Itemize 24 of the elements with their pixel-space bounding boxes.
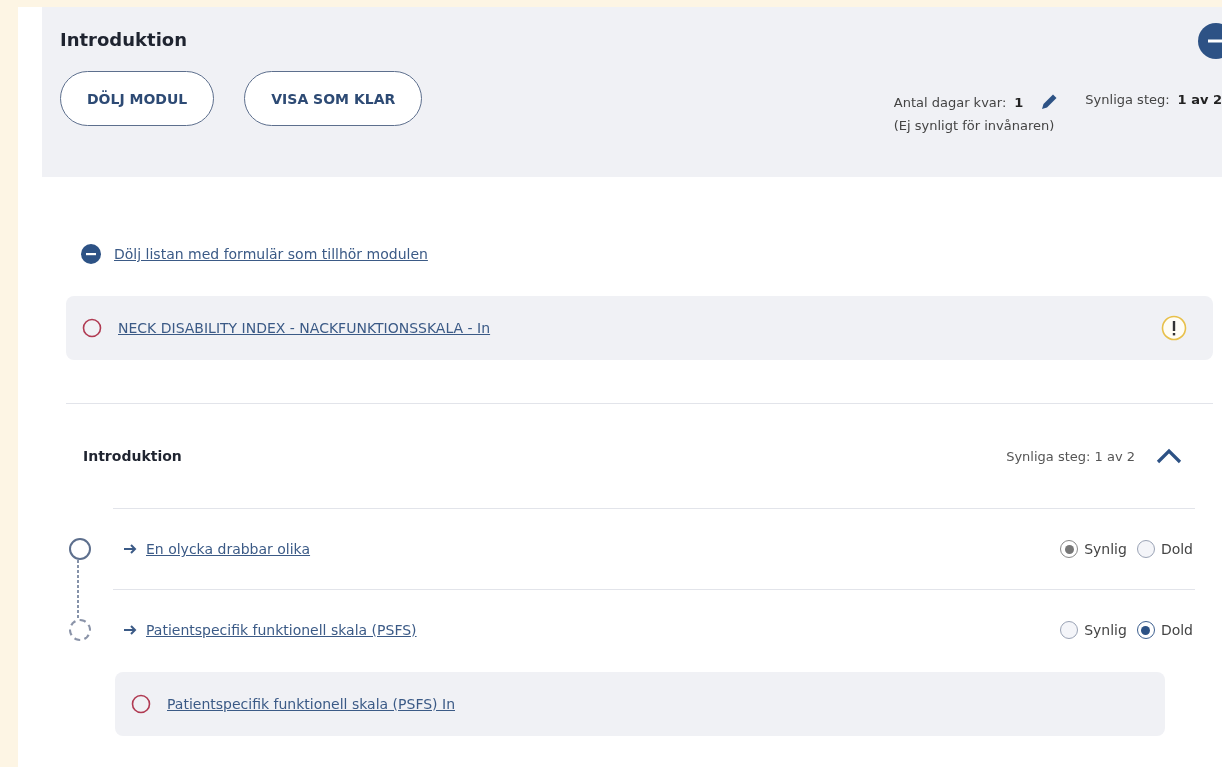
chevron-icon[interactable] [1155,448,1183,464]
status-circle-icon [82,318,102,338]
toggle-link[interactable]: Dölj listan med formulär som tillhör modulen [114,246,428,262]
status-circle-icon [131,694,151,714]
form-link[interactable]: Patientspecifik funktionell skala (PSFS) In [167,696,455,712]
arrow-icon [124,544,138,554]
form-link[interactable]: NECK DISABILITY INDEX - NACKFUNKTIONSSKALA - In [118,320,491,336]
days-label: Antal dagar kvar: [893,94,1007,110]
connector-line [76,560,80,620]
collapse-icon[interactable] [80,243,102,265]
section-title: Introduktion [83,448,182,464]
days-value: 1 [1014,94,1024,110]
arrow-icon [124,625,138,635]
step-link[interactable]: Patientspecifik funktionell skala (PSFS) [146,622,417,638]
radio-option[interactable]: Synlig [1060,621,1127,639]
warning-icon [1161,315,1187,341]
outline-button[interactable]: DÖLJ MODUL [60,71,215,126]
outline-button[interactable]: VISA SOM KLAR [244,71,423,126]
radio-option[interactable]: Dold [1136,621,1193,639]
visibility-note: (Ej synligt för invånaren) [893,118,1056,133]
section-summary: Synliga steg: 1 av 2 [1006,448,1135,464]
module-title: Introduktion [60,29,187,50]
steps-label: Synliga steg: [1085,92,1170,107]
steps-value: 1 av 2 [1177,92,1222,107]
